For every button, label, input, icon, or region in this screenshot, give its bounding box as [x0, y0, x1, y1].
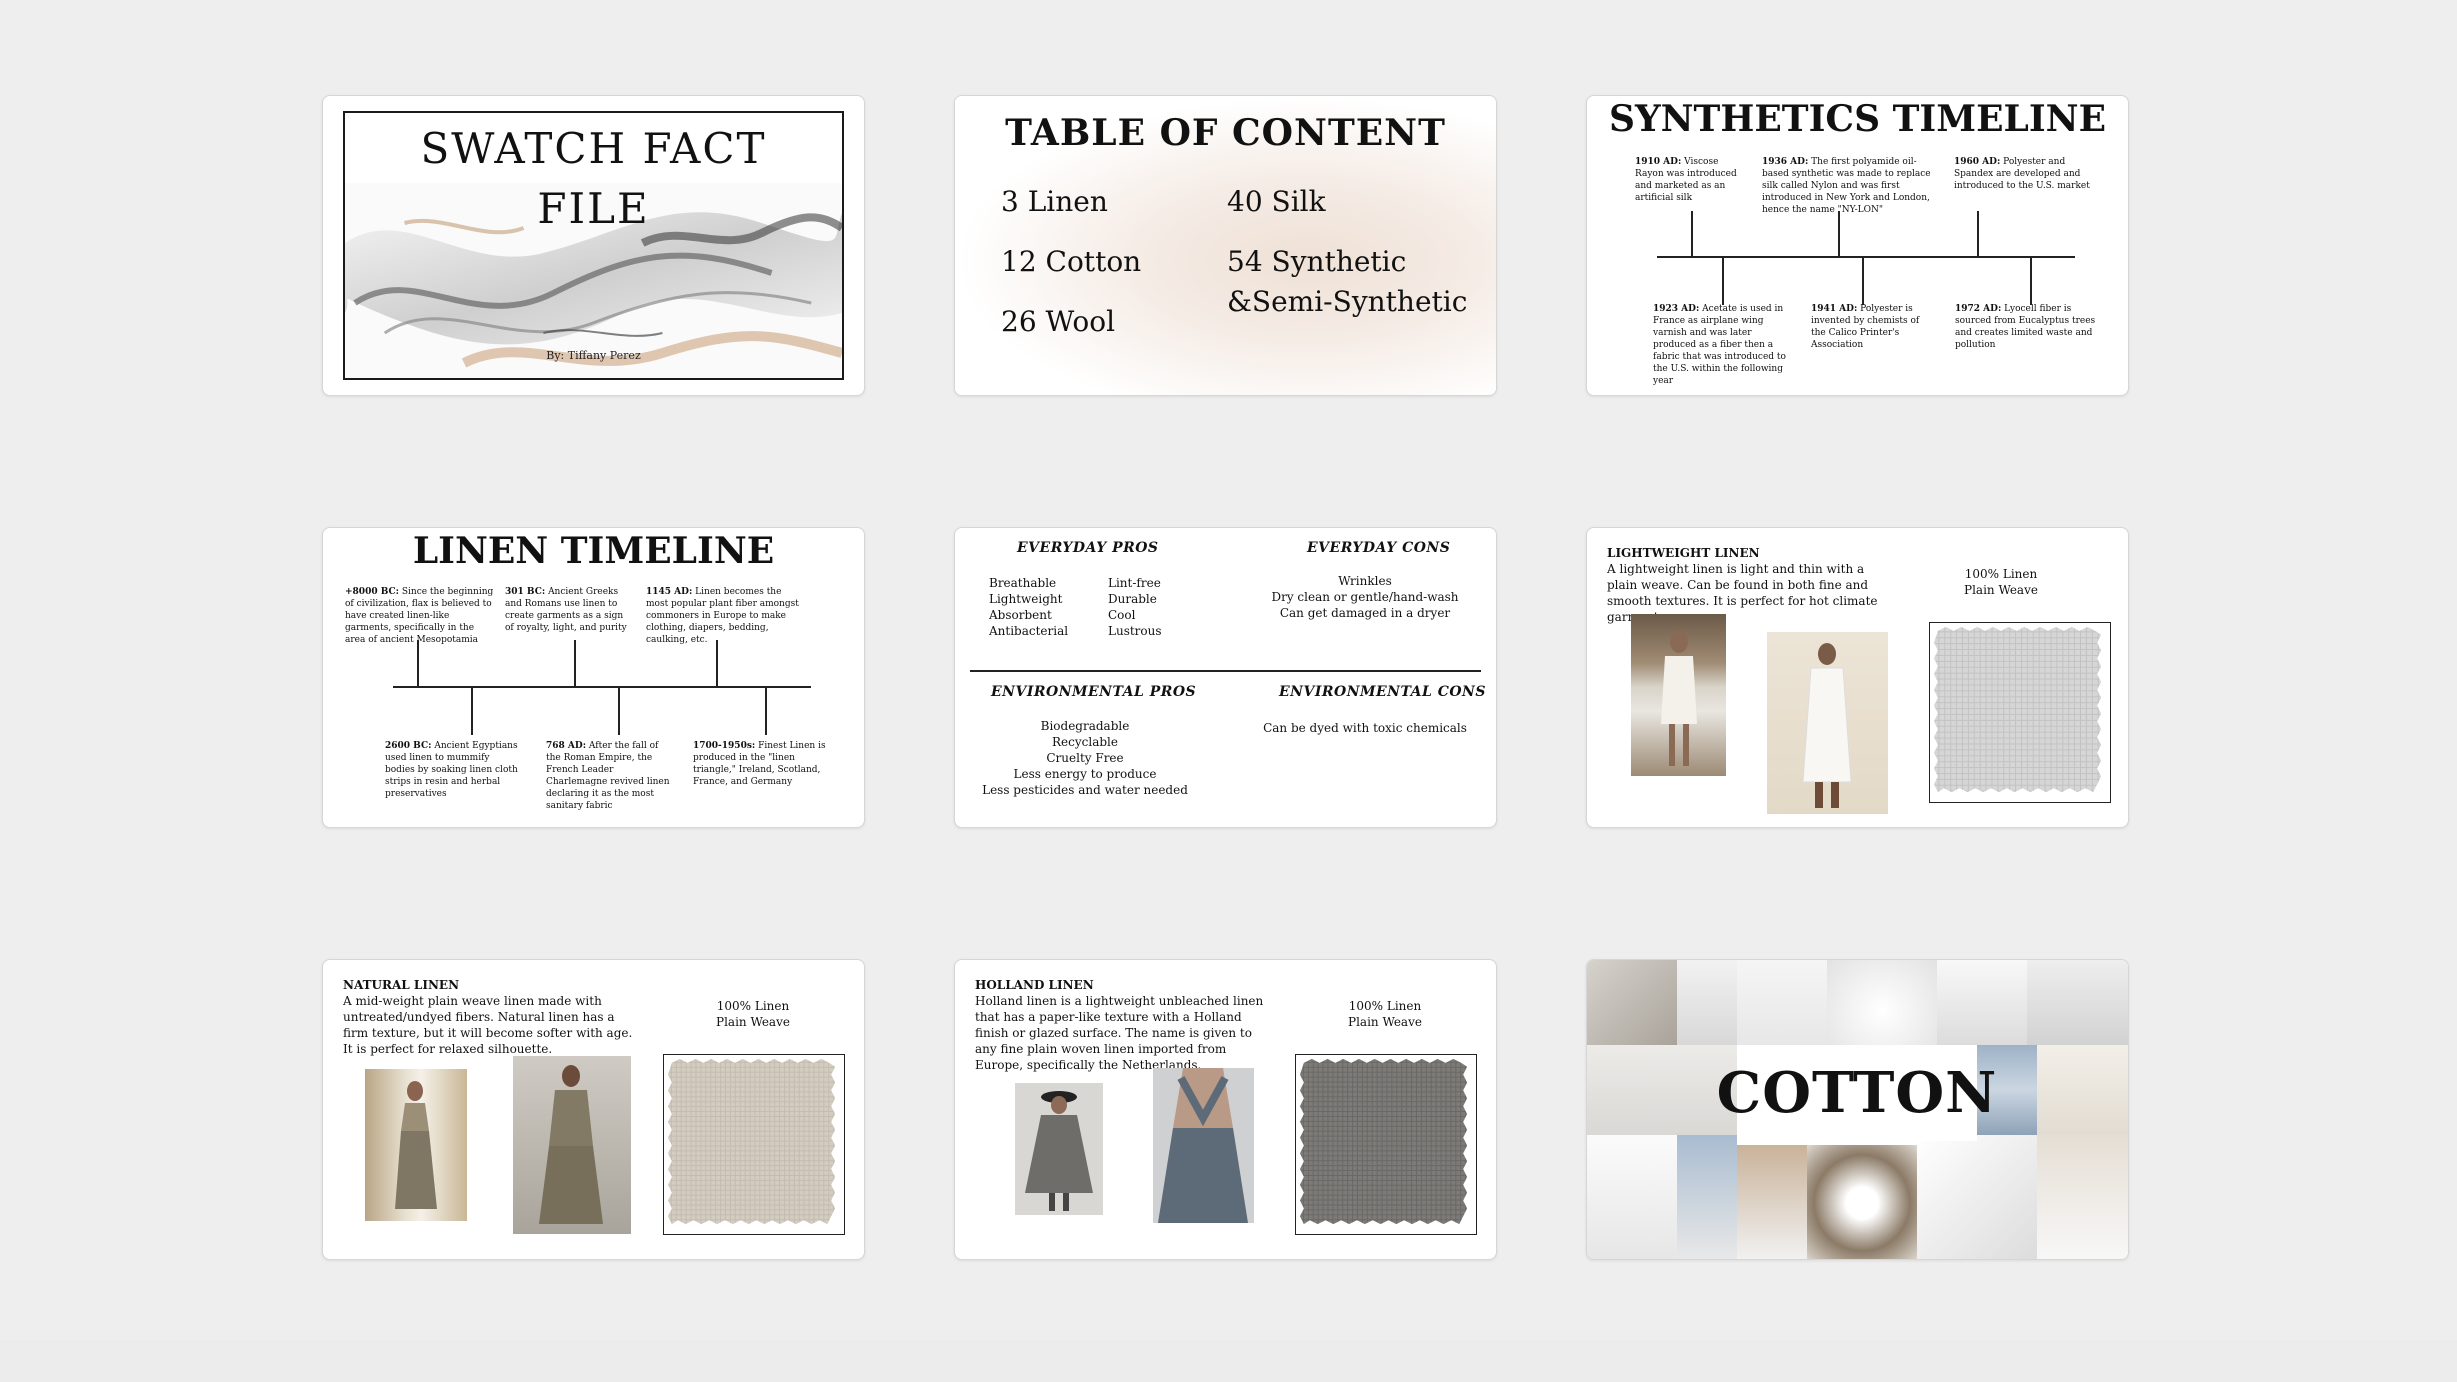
author-text: By: Tiffany Perez: [546, 349, 641, 362]
model-photo: [365, 1069, 467, 1221]
environmental-cons-heading: ENVIRONMENTAL CONS: [1279, 684, 1486, 700]
timeline-tick: [1977, 211, 1979, 256]
slide-thumbnail-3[interactable]: SYNTHETICS TIMELINE 1910 AD: Viscose Ray…: [1586, 95, 2129, 396]
slide-thumbnail-4[interactable]: LINEN TIMELINE +8000 BC: Since the begin…: [322, 527, 865, 828]
model-photo: [1015, 1083, 1103, 1215]
environmental-pros-list: Biodegradable Recyclable Cruelty Free Le…: [982, 719, 1188, 797]
timeline-tick: [1691, 211, 1693, 256]
toc-item-silk: 40 Silk: [1227, 185, 1326, 218]
timeline-note: 1936 AD: The first polyamide oil-based s…: [1762, 157, 1931, 215]
timeline-tick: [471, 687, 473, 735]
slide-thumbnail-2[interactable]: TABLE OF CONTENT 3 Linen 12 Cotton 26 Wo…: [954, 95, 1497, 396]
slide-thumbnail-5[interactable]: EVERYDAY PROS Breathable Lightweight Abs…: [954, 527, 1497, 828]
everyday-pros-heading: EVERYDAY PROS: [1017, 540, 1159, 556]
timeline-tick: [1838, 211, 1840, 256]
section-divider: [970, 670, 1481, 672]
everyday-cons-heading: EVERYDAY CONS: [1307, 540, 1451, 556]
figure-silhouette: [1158, 1068, 1248, 1223]
slide-description: A mid-weight plain weave linen made with…: [343, 994, 633, 1056]
title-frame: SWATCH FACT FILE By: Tiffany Perez: [343, 111, 844, 380]
slide-heading: NATURAL LINEN: [343, 978, 460, 992]
timeline-axis: [393, 686, 811, 688]
title-text: SWATCH FACT FILE: [345, 119, 842, 239]
figure-silhouette: [1025, 1091, 1093, 1211]
slide-thumbnail-1[interactable]: SWATCH FACT FILE By: Tiffany Perez: [322, 95, 865, 396]
timeline-note: 1145 AD: Linen becomes the most popular …: [646, 587, 799, 645]
slide-sorter-grid: SWATCH FACT FILE By: Tiffany Perez TABLE…: [0, 0, 2457, 1340]
timeline-note: 1941 AD: Polyester is invented by chemis…: [1811, 304, 1920, 350]
slide-description: Holland linen is a lightweight unbleache…: [975, 994, 1264, 1072]
figure-silhouette: [539, 1065, 603, 1224]
timeline-tick: [1722, 257, 1724, 305]
timeline-tick: [765, 687, 767, 735]
slide-heading: LIGHTWEIGHT LINEN: [1607, 546, 1760, 560]
everyday-cons-list: Wrinkles Dry clean or gentle/hand-wash C…: [1271, 574, 1459, 620]
figure-silhouette: [395, 1081, 437, 1209]
swatch-frame: [1295, 1054, 1477, 1235]
timeline-note: 1972 AD: Lyocell fiber is sourced from E…: [1955, 304, 2096, 350]
fabric-spec: 100% Linen Plain Weave: [716, 999, 790, 1029]
timeline-tick: [2030, 257, 2032, 305]
timeline-axis: [1657, 256, 2075, 258]
timeline-tick: [574, 640, 576, 686]
timeline-note: 2600 BC: Ancient Egyptians used linen to…: [385, 741, 518, 799]
model-photo: [1631, 614, 1726, 776]
toc-item-wool: 26 Wool: [1001, 305, 1116, 338]
timeline-note: 1910 AD: Viscose Rayon was introduced an…: [1635, 157, 1737, 203]
swatch-frame: [663, 1054, 845, 1235]
timeline-tick: [716, 640, 718, 686]
environmental-pros-heading: ENVIRONMENTAL PROS: [991, 684, 1197, 700]
slide-title: LINEN TIMELINE: [412, 530, 775, 572]
timeline-note: 301 BC: Ancient Greeks and Romans use li…: [505, 587, 627, 633]
timeline-note: 768 AD: After the fall of the Roman Empi…: [546, 741, 670, 811]
model-photo: [1153, 1068, 1254, 1223]
slide-thumbnail-6[interactable]: LIGHTWEIGHT LINEN A lightweight linen is…: [1586, 527, 2129, 828]
slide-thumbnail-9[interactable]: COTTON: [1586, 959, 2129, 1260]
fabric-swatch: [1933, 626, 2102, 793]
slide-thumbnail-8[interactable]: HOLLAND LINEN Holland linen is a lightwe…: [954, 959, 1497, 1260]
everyday-pros-list-2: Lint-free Durable Cool Lustrous: [1108, 576, 1162, 638]
toc-item-semi-synthetic: &Semi-Synthetic: [1227, 285, 1468, 318]
slide-title: COTTON: [1717, 1045, 1996, 1141]
title-line-2: FILE: [537, 184, 650, 233]
fabric-spec: 100% Linen Plain Weave: [1964, 567, 2038, 597]
slide-thumbnail-7[interactable]: NATURAL LINEN A mid-weight plain weave l…: [322, 959, 865, 1260]
model-photo: [1767, 632, 1888, 814]
slide-title: SYNTHETICS TIMELINE: [1608, 98, 2107, 140]
timeline-note: 1960 AD: Polyester and Spandex are devel…: [1954, 157, 2090, 191]
fabric-swatch: [667, 1058, 836, 1225]
swatch-frame: [1929, 622, 2111, 803]
slide-title: TABLE OF CONTENT: [1005, 112, 1446, 154]
timeline-tick: [618, 687, 620, 735]
model-photo: [513, 1056, 631, 1234]
title-line-1: SWATCH FACT: [420, 124, 767, 173]
slide-heading: HOLLAND LINEN: [975, 978, 1094, 992]
timeline-note: 1923 AD: Acetate is used in France as ai…: [1653, 304, 1786, 386]
timeline-note: +8000 BC: Since the beginning of civiliz…: [345, 587, 494, 645]
everyday-pros-list-1: Breathable Lightweight Absorbent Antibac…: [989, 576, 1069, 638]
environmental-cons-list: Can be dyed with toxic chemicals: [1263, 721, 1467, 735]
timeline-note: 1700-1950s: Finest Linen is produced in …: [693, 741, 826, 787]
figure-silhouette: [1661, 631, 1697, 766]
figure-silhouette: [1802, 643, 1852, 808]
fabric-spec: 100% Linen Plain Weave: [1348, 999, 1422, 1029]
timeline-tick: [417, 640, 419, 686]
toc-item-synthetic: 54 Synthetic: [1227, 245, 1407, 278]
fabric-swatch: [1299, 1058, 1468, 1225]
timeline-tick: [1862, 257, 1864, 305]
toc-item-cotton: 12 Cotton: [1001, 245, 1142, 278]
toc-item-linen: 3 Linen: [1001, 185, 1108, 218]
